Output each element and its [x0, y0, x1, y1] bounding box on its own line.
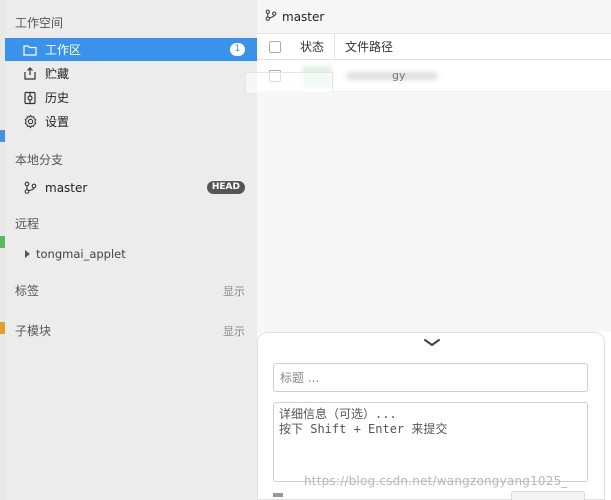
sidebar-item-settings[interactable]: 设置	[5, 110, 257, 133]
table-row[interactable]: gy	[245, 60, 611, 94]
commit-description-input[interactable]	[273, 402, 588, 482]
commit-title-input[interactable]	[273, 363, 588, 392]
remote-label: tongmai_applet	[36, 247, 126, 261]
select-all-checkbox[interactable]	[269, 41, 281, 53]
sidebar-item-workspace[interactable]: 工作区 1	[5, 38, 257, 61]
submodules-show-link[interactable]: 显示	[223, 323, 245, 339]
sidebar-item-history[interactable]: 历史	[5, 86, 257, 109]
sidebar-item-label: master	[45, 180, 88, 195]
sidebar-item-label: 历史	[45, 91, 70, 105]
file-path-text: gy	[392, 69, 406, 82]
history-icon	[21, 91, 39, 105]
empty-diff-area	[257, 92, 611, 332]
remote-item-tongmai-applet[interactable]: tongmai_applet	[25, 247, 126, 261]
footer-fragment	[273, 493, 283, 497]
sidebar-item-label: 工作区	[45, 43, 82, 57]
section-title-workspace: 工作空间	[15, 16, 64, 30]
sidebar-item-branch-master[interactable]: master HEAD	[5, 176, 257, 199]
current-branch-label: master	[282, 9, 325, 24]
tags-show-link[interactable]: 显示	[223, 283, 245, 299]
section-title-local-branches: 本地分支	[15, 153, 64, 167]
expand-arrow-icon[interactable]	[25, 250, 30, 258]
section-title-remotes: 远程	[15, 217, 40, 231]
change-count-badge: 1	[230, 43, 245, 56]
sidebar-item-stash[interactable]: 贮藏	[5, 62, 257, 85]
commit-panel: https://blog.csdn.net/wangzongyang1025_	[257, 332, 605, 500]
sidebar-item-label: 贮藏	[45, 67, 70, 81]
section-title-submodules: 子模块	[15, 324, 52, 338]
sidebar: 工作空间 工作区 1 贮藏 历史 设置 本地分支 master HEAD 远程	[5, 0, 257, 500]
chevron-down-icon[interactable]	[422, 337, 442, 352]
drag-ghost	[245, 72, 333, 94]
sidebar-item-label: 设置	[45, 115, 70, 129]
column-header-status: 状态	[300, 40, 325, 54]
stash-icon	[21, 67, 39, 80]
section-title-tags: 标签	[15, 284, 40, 298]
watermark-text: https://blog.csdn.net/wangzongyang1025_	[304, 474, 568, 488]
commit-button[interactable]	[511, 491, 585, 500]
current-branch-bar: master	[257, 0, 611, 34]
gear-icon	[21, 114, 39, 129]
folder-icon	[21, 44, 39, 56]
head-badge: HEAD	[206, 181, 245, 194]
branch-icon	[21, 181, 39, 194]
column-header-path: 文件路径	[345, 40, 394, 54]
column-divider[interactable]	[334, 34, 335, 60]
main-panel: master 状态 文件路径 gy https://blog.csdn.net/…	[245, 0, 611, 500]
branch-icon	[265, 9, 277, 24]
file-table-header: 状态 文件路径	[257, 34, 611, 60]
